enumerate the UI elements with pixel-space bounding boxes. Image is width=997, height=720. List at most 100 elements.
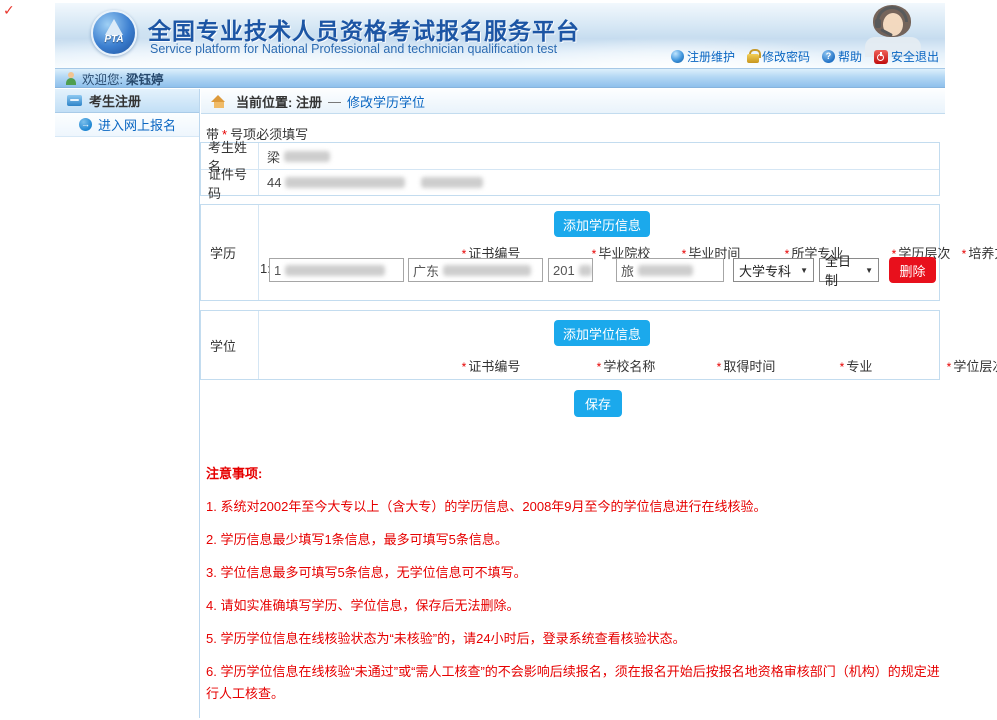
graduate-time-input[interactable]: 201 xyxy=(548,258,593,282)
training-mode-value: 全日制 xyxy=(825,251,861,289)
nav-link-register-maintenance[interactable]: 注册维护 xyxy=(671,48,735,65)
education-section: 学历 添加学历信息 *证书编号 *毕业院校 *毕业时间 *所学专业 *学历层次 … xyxy=(200,204,940,301)
person-icon xyxy=(65,72,77,85)
col-training-mode: *培养方式 xyxy=(962,243,997,262)
col-obtain-time: *取得时间 xyxy=(717,356,776,375)
headset-earpiece-icon xyxy=(875,19,881,28)
graduate-school-visible: 广东 xyxy=(413,261,439,280)
candidate-id-value: 44 xyxy=(259,175,483,190)
note-item: 2. 学历信息最少填写1条信息，最多可填写5条信息。 xyxy=(206,529,944,551)
col-label: 学位层次 xyxy=(953,359,997,374)
sidebar-item-label: 进入网上报名 xyxy=(98,115,176,134)
required-star: * xyxy=(717,360,722,374)
redacted-blur xyxy=(638,265,693,276)
education-level-select[interactable]: 大学专科 ▼ xyxy=(733,258,814,282)
required-star: * xyxy=(597,360,602,374)
cert-number-visible: 1 xyxy=(274,263,281,278)
col-label: 证书编号 xyxy=(468,359,520,374)
sidebar: 考生注册 → 进入网上报名 xyxy=(55,89,200,718)
redacted-blur xyxy=(443,265,531,276)
breadcrumb-location: 当前位置: 注册 xyxy=(236,92,322,111)
col-label: 取得时间 xyxy=(723,359,775,374)
note-item: 3. 学位信息最多可填写5条信息，无学位信息可不填写。 xyxy=(206,562,944,584)
redacted-blur xyxy=(579,265,592,276)
save-button[interactable]: 保存 xyxy=(574,390,622,417)
arrow-circle-icon: → xyxy=(79,118,92,131)
nav-link-help[interactable]: ? 帮助 xyxy=(822,48,862,65)
candidate-id-visible: 44 xyxy=(267,175,281,190)
notes-section: 注意事项: 1. 系统对2002年至今大专以上（含大专）的学历信息、2008年9… xyxy=(206,463,944,716)
nav-link-label: 安全退出 xyxy=(891,48,939,65)
degree-section-label: 学位 xyxy=(201,311,259,379)
graduate-school-input[interactable]: 广东 xyxy=(408,258,543,282)
power-icon xyxy=(874,50,888,64)
breadcrumb-current-link[interactable]: 修改学历学位 xyxy=(347,92,425,111)
note-item: 5. 学历学位信息在线核验状态为“未核验”的，请24小时后，登录系统查看核验状态… xyxy=(206,628,944,650)
education-section-label: 学历 xyxy=(201,205,259,300)
col-degree-cert-number: *证书编号 xyxy=(462,356,521,375)
nav-link-label: 注册维护 xyxy=(687,48,735,65)
sidebar-item-label: 考生注册 xyxy=(89,91,141,110)
degree-section: 学位 添加学位信息 *证书编号 *学校名称 *取得时间 *专业 *学位层次 状态… xyxy=(200,310,940,380)
chevron-down-icon: ▼ xyxy=(800,266,808,275)
table-row: 证件号码 44 xyxy=(201,169,939,195)
col-degree-major: *专业 xyxy=(840,356,873,375)
note-item: 1. 系统对2002年至今大专以上（含大专）的学历信息、2008年9月至今的学位… xyxy=(206,496,944,518)
nav-link-label: 帮助 xyxy=(838,48,862,65)
app-subtitle: Service platform for National Profession… xyxy=(150,42,557,56)
welcome-bar: 欢迎您: 梁钰婷 xyxy=(55,68,945,88)
note-item: 4. 请如实准确填写学历、学位信息，保存后无法删除。 xyxy=(206,595,944,617)
nav-link-logout[interactable]: 安全退出 xyxy=(874,48,939,65)
add-degree-button[interactable]: 添加学位信息 xyxy=(554,320,650,346)
nav-link-label: 修改密码 xyxy=(762,48,810,65)
app-header: PTA 全国专业技术人员资格考试报名服务平台 Service platform … xyxy=(55,3,945,68)
globe-icon xyxy=(671,50,684,63)
redacted-blur xyxy=(285,177,405,188)
cert-number-input[interactable]: 1 xyxy=(269,258,404,282)
training-mode-select[interactable]: 全日制 ▼ xyxy=(819,258,879,282)
header-quick-links: 注册维护 修改密码 ? 帮助 安全退出 xyxy=(671,48,939,65)
major-studied-input[interactable]: 旅 xyxy=(616,258,724,282)
candidate-id-label: 证件号码 xyxy=(201,170,259,195)
home-icon xyxy=(211,95,226,108)
redacted-blur xyxy=(285,265,385,276)
card-icon xyxy=(67,95,82,106)
logo-text: PTA xyxy=(104,34,123,45)
corner-check-mark: ✓ xyxy=(3,2,15,19)
candidate-info-table: 考生姓名 梁 证件号码 44 xyxy=(200,142,940,196)
sidebar-item-enter-online-registration[interactable]: → 进入网上报名 xyxy=(55,113,199,137)
logo-triangle-icon xyxy=(105,19,123,35)
redacted-blur xyxy=(284,151,330,162)
page-container: PTA 全国专业技术人员资格考试报名服务平台 Service platform … xyxy=(55,3,945,718)
col-label: 学校名称 xyxy=(603,359,655,374)
redacted-blur xyxy=(421,177,483,188)
question-icon: ? xyxy=(822,50,835,63)
col-label: 专业 xyxy=(846,359,872,374)
major-studied-visible: 旅 xyxy=(621,261,634,280)
welcome-label: 欢迎您: xyxy=(82,69,123,88)
sidebar-item-candidate-registration[interactable]: 考生注册 xyxy=(55,89,199,113)
lock-icon xyxy=(747,49,759,64)
required-star: * xyxy=(962,247,967,261)
graduate-time-visible: 201 xyxy=(553,263,575,278)
col-degree-level: *学位层次 xyxy=(947,356,997,375)
pta-logo: PTA xyxy=(91,10,137,56)
candidate-name-value: 梁 xyxy=(259,147,330,166)
add-education-button[interactable]: 添加学历信息 xyxy=(554,211,650,237)
col-school-name: *学校名称 xyxy=(597,356,656,375)
app-title: 全国专业技术人员资格考试报名服务平台 xyxy=(148,12,580,46)
required-star: * xyxy=(947,360,952,374)
candidate-name-visible: 梁 xyxy=(267,147,280,166)
required-star: * xyxy=(840,360,845,374)
nav-link-change-password[interactable]: 修改密码 xyxy=(747,48,810,65)
chevron-down-icon: ▼ xyxy=(865,266,873,275)
breadcrumb: 当前位置: 注册 — 修改学历学位 xyxy=(201,89,945,114)
required-star: * xyxy=(462,360,467,374)
breadcrumb-separator: — xyxy=(328,94,341,109)
delete-education-button[interactable]: 删除 xyxy=(889,257,936,283)
notes-title: 注意事项: xyxy=(206,463,944,485)
welcome-username: 梁钰婷 xyxy=(126,69,164,88)
education-level-value: 大学专科 xyxy=(739,261,791,280)
note-item: 6. 学历学位信息在线核验“未通过”或“需人工核查”的不会影响后续报名，须在报名… xyxy=(206,661,944,705)
table-row: 考生姓名 梁 xyxy=(201,143,939,169)
